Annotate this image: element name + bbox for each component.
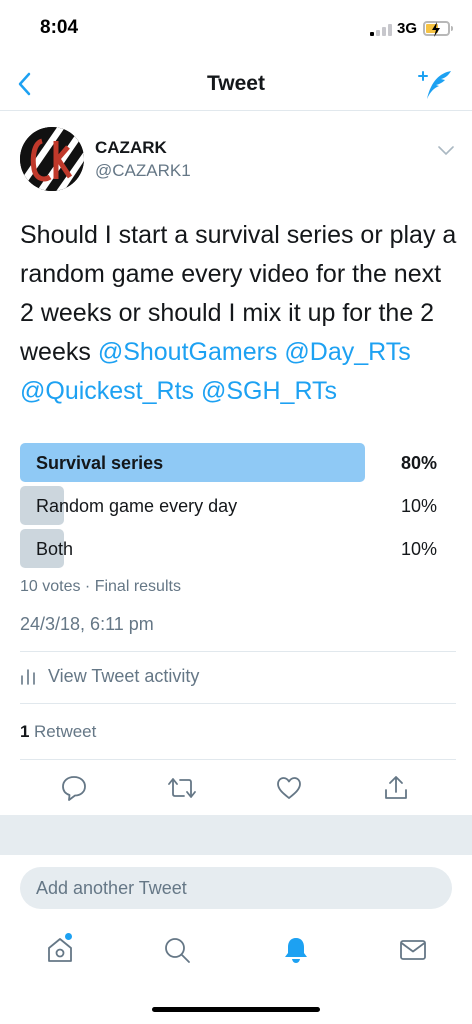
mention-link[interactable]: @ShoutGamers (98, 338, 278, 366)
reply-button[interactable] (60, 774, 88, 802)
messages-icon (400, 940, 426, 960)
poll-option-label: Survival series (36, 453, 164, 473)
poll: Survival series 80% Random game every day 1… (20, 443, 440, 572)
tab-notifications[interactable] (281, 935, 311, 965)
retweet-count-row[interactable]: 1 Retweet (20, 704, 456, 758)
view-tweet-activity-label: View Tweet activity (48, 666, 200, 686)
share-button[interactable] (382, 774, 410, 802)
poll-option-label: Random game every day (36, 496, 238, 516)
poll-option: Random game every day 10% (20, 486, 440, 525)
tweet-options-button[interactable] (438, 143, 454, 156)
tab-search[interactable] (162, 935, 192, 965)
page-title: Tweet (207, 72, 265, 95)
author-handle[interactable]: @CAZARK1 (95, 161, 191, 181)
signal-strength-icon (370, 24, 392, 36)
poll-option: Both 10% (20, 529, 440, 568)
add-tweet-input[interactable] (20, 867, 452, 909)
tab-messages[interactable] (398, 935, 428, 965)
section-separator (0, 815, 472, 855)
status-bar: 8:04 3G (0, 0, 472, 58)
like-icon (277, 777, 301, 799)
tab-bar (0, 918, 472, 986)
mention-link[interactable]: @SGH_RTs (201, 377, 337, 405)
notifications-icon (285, 938, 307, 963)
tweet-header: CAZARK @CAZARK1 (20, 127, 454, 195)
poll-option-percent: 80% (400, 453, 437, 473)
poll-option-percent: 10% (400, 496, 437, 516)
reply-icon (62, 776, 86, 801)
home-icon (48, 938, 72, 962)
chevron-down-icon (438, 146, 454, 156)
reply-bar (0, 855, 472, 915)
tweet-text: Should I start a survival series or play… (20, 216, 460, 411)
network-type: 3G (397, 20, 418, 37)
tab-home[interactable] (45, 933, 75, 965)
home-indicator[interactable] (152, 1007, 320, 1012)
share-icon (385, 776, 407, 799)
charging-bolt-icon (432, 22, 440, 37)
tweet-actions (0, 760, 472, 816)
view-tweet-activity-link[interactable]: View Tweet activity (20, 652, 456, 702)
avatar[interactable] (20, 127, 84, 191)
search-icon (165, 938, 190, 963)
battery-icon (423, 21, 453, 37)
avatar-logo-icon (20, 127, 84, 191)
retweet-count: 1 (20, 722, 30, 741)
retweet-label: Retweet (34, 722, 97, 741)
author-display-name[interactable]: CAZARK (95, 138, 167, 158)
retweet-button[interactable] (167, 774, 196, 802)
mention-link[interactable]: @Quickest_Rts (20, 377, 194, 405)
compose-feather-icon (418, 71, 451, 99)
tweet-timestamp: 24/3/18, 6:11 pm (20, 614, 154, 634)
status-time: 8:04 (40, 17, 79, 38)
nav-bar: Tweet (0, 58, 472, 111)
analytics-icon (21, 669, 35, 685)
poll-option-percent: 10% (400, 539, 437, 559)
compose-button[interactable] (418, 68, 454, 102)
poll-results-meta: 10 votes · Final results (20, 578, 181, 595)
retweet-icon (168, 778, 196, 798)
like-button[interactable] (275, 774, 303, 802)
poll-option-label: Both (36, 539, 74, 559)
mention-link[interactable]: @Day_RTs (284, 338, 410, 366)
tweet-text-segment (194, 377, 201, 405)
home-notification-dot (65, 933, 72, 940)
poll-option: Survival series 80% (20, 443, 440, 482)
